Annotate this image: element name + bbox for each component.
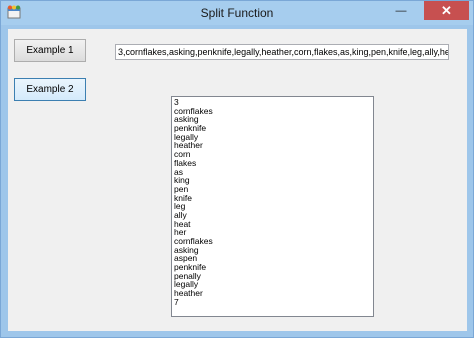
list-item[interactable]: ally (174, 211, 373, 220)
list-item[interactable]: penally (174, 272, 373, 281)
input-text-field[interactable]: 3,cornflakes,asking,penknife,legally,hea… (115, 44, 449, 60)
minimize-icon: — (395, 4, 407, 17)
list-item[interactable]: cornflakes (174, 237, 373, 246)
list-item[interactable]: leg (174, 202, 373, 211)
list-item[interactable]: heat (174, 219, 373, 229)
title-bar[interactable]: Split Function — ✕ (1, 1, 473, 25)
example1-button[interactable]: Example 1 (14, 39, 86, 62)
list-item[interactable]: asking (174, 245, 373, 255)
list-item[interactable]: penknife (174, 124, 373, 133)
list-item[interactable]: corn (174, 150, 373, 159)
list-item[interactable]: legally (174, 280, 373, 289)
list-item[interactable]: heather (174, 141, 373, 150)
list-item[interactable]: cornflakes (174, 106, 373, 116)
list-item[interactable]: penknife (174, 263, 373, 272)
list-item[interactable]: flakes (174, 159, 373, 168)
list-item[interactable]: heather (174, 289, 373, 298)
minimize-button[interactable]: — (388, 1, 414, 20)
close-button[interactable]: ✕ (424, 1, 469, 20)
list-item[interactable]: as (174, 167, 373, 177)
app-window: Split Function — ✕ Example 1 Example 2 3… (0, 0, 474, 338)
list-item[interactable]: knife (174, 193, 373, 203)
result-listbox[interactable]: 3 cornflakes asking penknife legally heather c… (171, 96, 374, 317)
list-item[interactable]: pen (174, 185, 373, 194)
list-item[interactable]: king (174, 176, 373, 185)
close-icon: ✕ (441, 2, 452, 18)
example2-button[interactable]: Example 2 (14, 78, 86, 101)
list-item[interactable]: 7 (174, 298, 373, 307)
form-client-area: Example 1 Example 2 3,cornflakes,asking,… (8, 29, 467, 331)
list-item[interactable]: legally (174, 133, 373, 142)
